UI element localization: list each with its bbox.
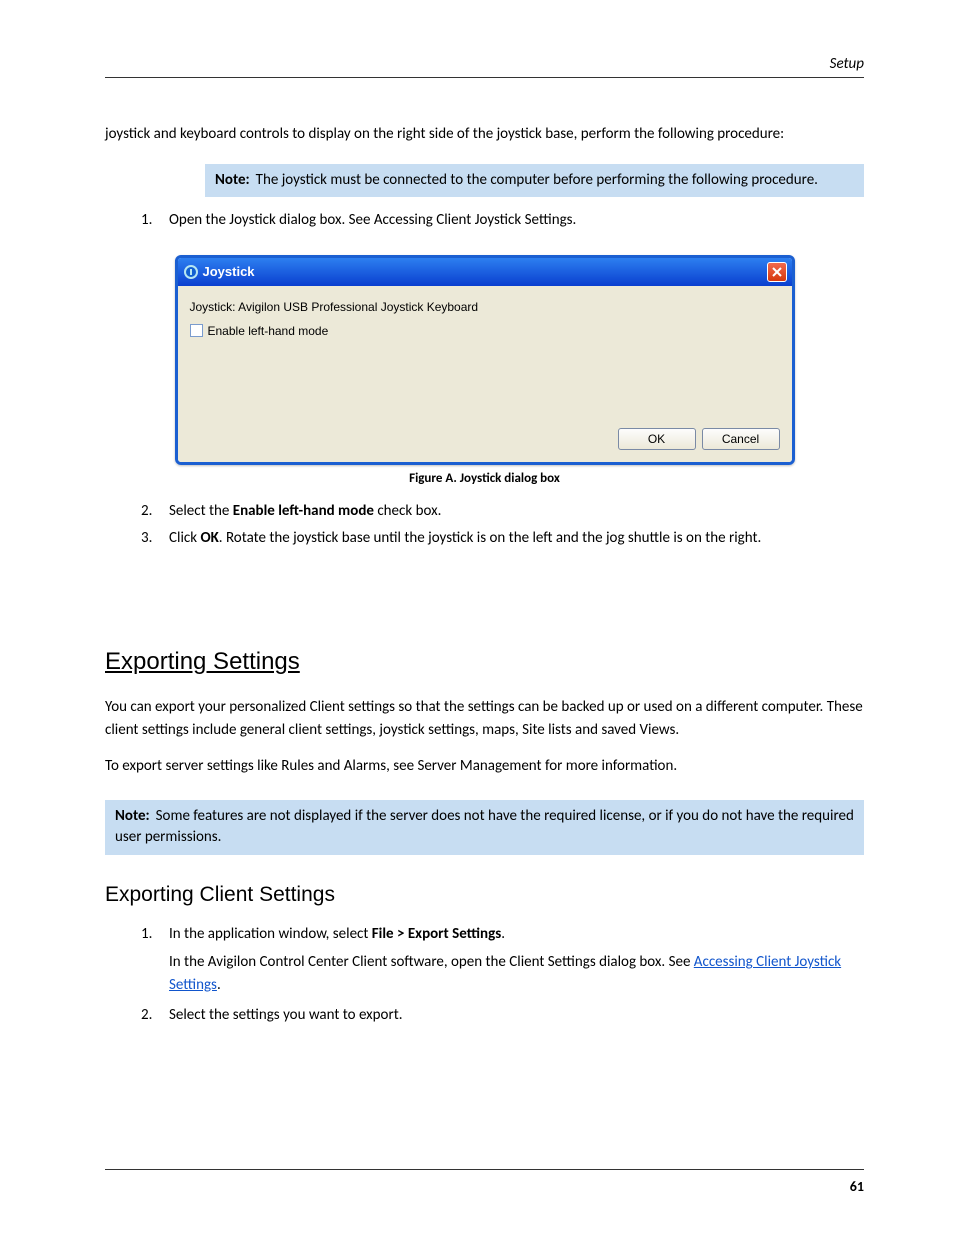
export-step-1: 1. In the application window, select Fil…	[105, 923, 864, 946]
step-number: 1.	[141, 923, 169, 946]
checkbox-icon[interactable]	[190, 324, 203, 337]
titlebar-left: Joystick	[184, 264, 255, 279]
step-1: 1. Open the Joystick dialog box. See Acc…	[105, 209, 864, 232]
note-box-joystick: Note: The joystick must be connected to t…	[205, 164, 864, 198]
cancel-button[interactable]: Cancel	[702, 428, 780, 450]
note-text: Some features are not displayed if the s…	[115, 807, 854, 847]
step-text: In the application window, select File >…	[169, 923, 864, 946]
left-hand-checkbox-row[interactable]: Enable left-hand mode	[190, 324, 780, 338]
ok-button[interactable]: OK	[618, 428, 696, 450]
figure-wrapper: Joystick Joystick: Avigilon USB Professi…	[105, 255, 864, 465]
note-label: Note:	[215, 171, 250, 189]
note-label: Note:	[115, 807, 150, 825]
joystick-icon	[184, 265, 198, 279]
page-footer: 61	[105, 1169, 864, 1195]
export-step-2: 2. Select the settings you want to expor…	[105, 1004, 864, 1027]
step-number: 2.	[141, 500, 169, 523]
note-box-license: Note:Some features are not displayed if …	[105, 800, 864, 856]
step-number: 2.	[141, 1004, 169, 1027]
dialog-body: Joystick: Avigilon USB Professional Joys…	[178, 286, 792, 462]
step-text: Open the Joystick dialog box. See Access…	[169, 209, 864, 232]
figure-caption: Figure A. Joystick dialog box	[105, 471, 864, 486]
note-text: The joystick must be connected to the co…	[256, 171, 818, 189]
joystick-dialog: Joystick Joystick: Avigilon USB Professi…	[175, 255, 795, 465]
checkbox-label: Enable left-hand mode	[208, 324, 329, 338]
dialog-buttons: OK Cancel	[190, 428, 780, 450]
close-button[interactable]	[767, 262, 787, 282]
step-2: 2. Select the Enable left-hand mode chec…	[105, 500, 864, 523]
page-number: 61	[850, 1178, 864, 1195]
step-number: 3.	[141, 527, 169, 550]
step-3: 3. Click OK. Rotate the joystick base un…	[105, 527, 864, 550]
step-text: Select the Enable left-hand mode check b…	[169, 500, 864, 523]
heading-exporting-client-settings: Exporting Client Settings	[105, 883, 864, 907]
header-section-label: Setup	[105, 55, 864, 73]
page-header: Setup	[105, 55, 864, 78]
step-number: 1.	[141, 209, 169, 232]
dialog-titlebar: Joystick	[178, 258, 792, 286]
close-icon	[772, 267, 782, 277]
joystick-device-label: Joystick: Avigilon USB Professional Joys…	[190, 300, 780, 314]
step-text: Click OK. Rotate the joystick base until…	[169, 527, 864, 550]
dialog-title: Joystick	[203, 264, 255, 279]
intro-paragraph: joystick and keyboard controls to displa…	[105, 123, 864, 146]
hint-paragraph: In the Avigilon Control Center Client so…	[105, 951, 864, 996]
exporting-para-2: To export server settings like Rules and…	[105, 755, 864, 778]
heading-exporting-settings: Exporting Settings	[105, 648, 864, 676]
step-text: Select the settings you want to export.	[169, 1004, 864, 1027]
exporting-para-1: You can export your personalized Client …	[105, 696, 864, 741]
